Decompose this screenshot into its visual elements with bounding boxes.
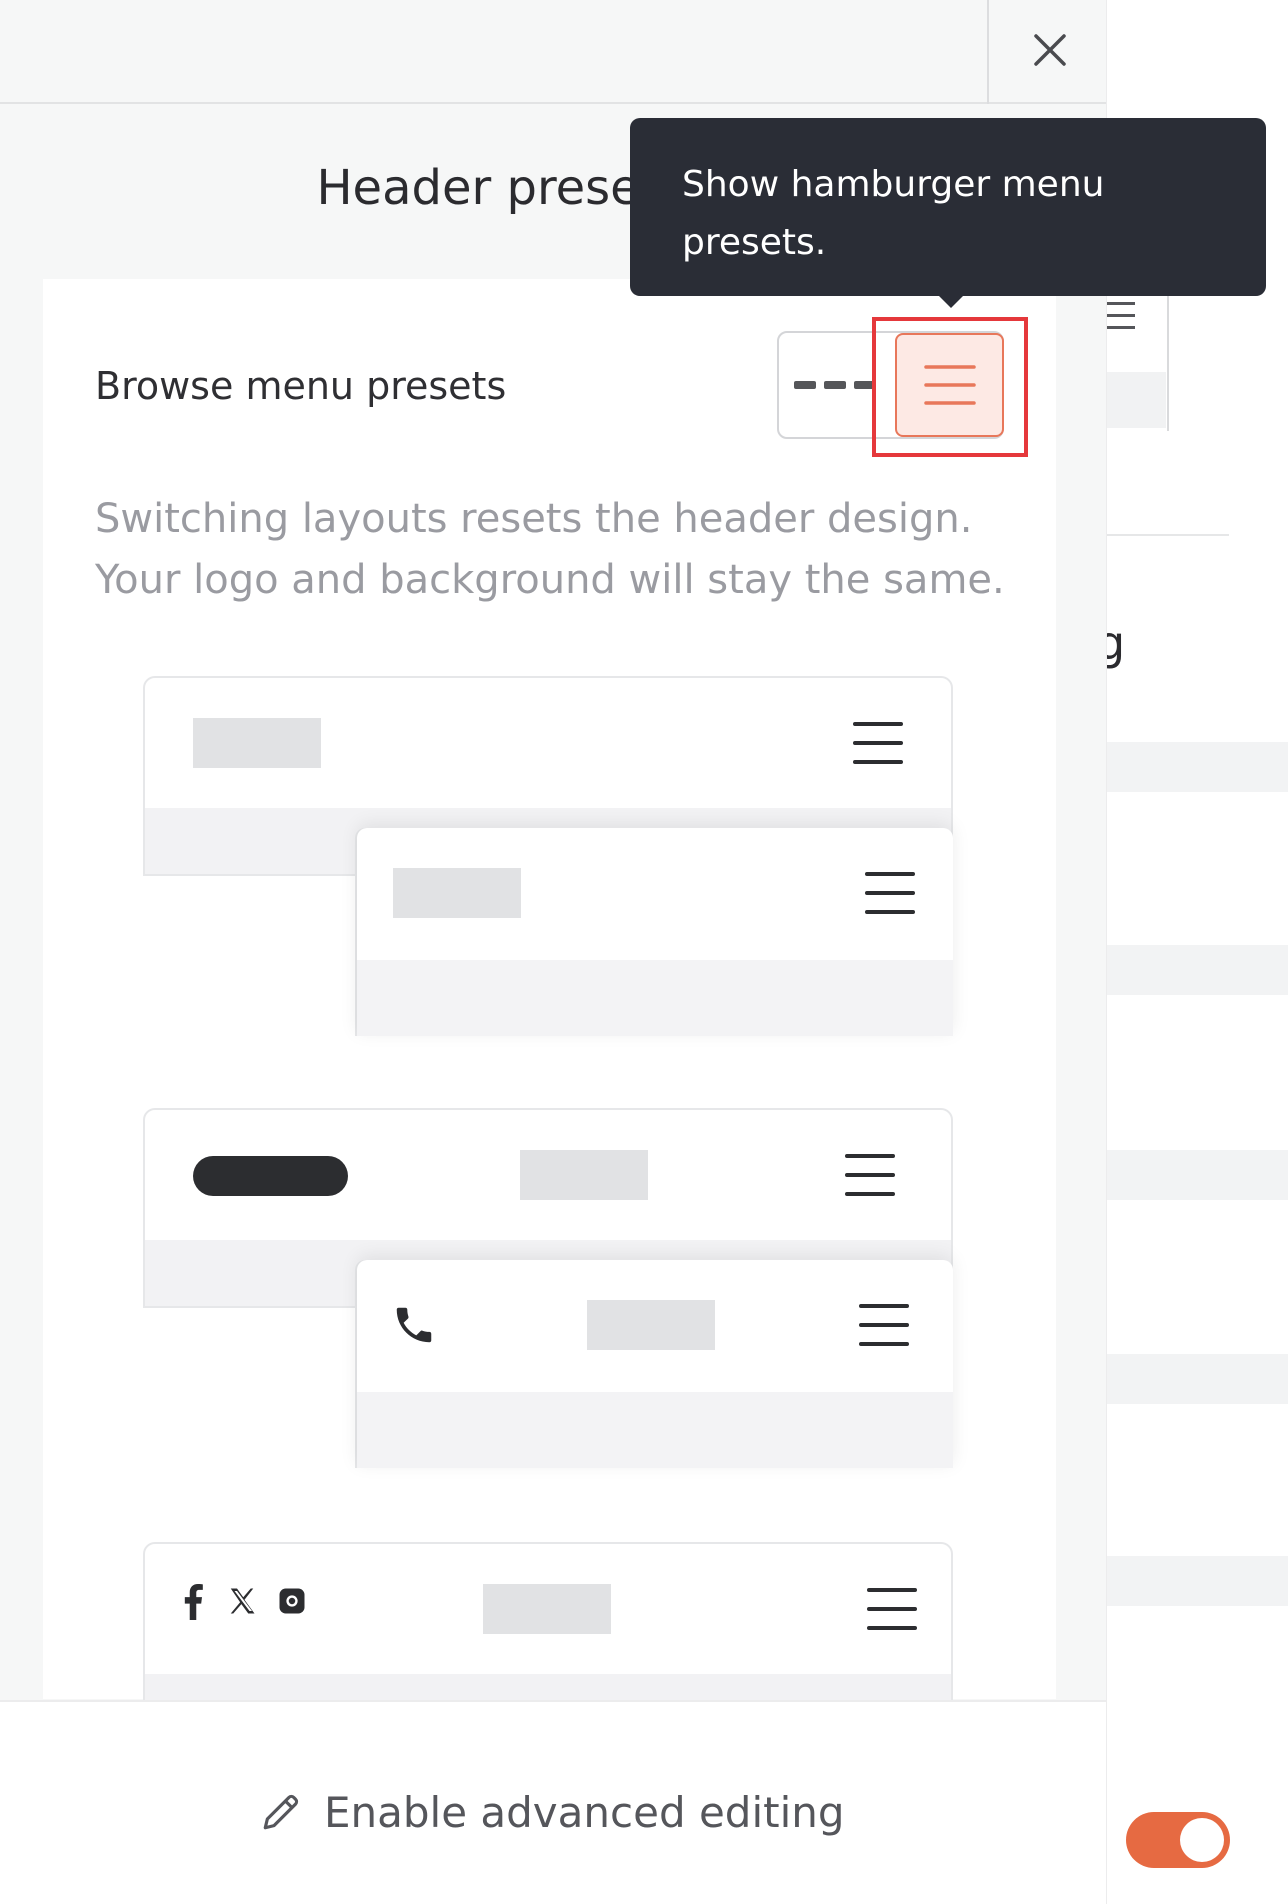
close-icon	[1034, 34, 1066, 66]
phone-icon	[396, 1307, 432, 1343]
dot	[824, 381, 846, 389]
background-strip	[1107, 1354, 1288, 1404]
preset-mobile-header	[357, 828, 953, 1036]
tooltip-text: Show hamburger menu presets.	[682, 164, 1105, 263]
hamburger-menu-option[interactable]	[895, 333, 1004, 437]
logo-pill-placeholder	[193, 1156, 348, 1196]
topbar-divider	[987, 0, 989, 104]
title-placeholder	[520, 1150, 648, 1200]
hamburger-icon	[859, 1304, 909, 1346]
browse-menu-presets-label: Browse menu presets	[95, 364, 507, 408]
toggle-knob	[1180, 1818, 1224, 1862]
drawer-footer: Enable advanced editing	[0, 1700, 1106, 1904]
x-twitter-icon	[230, 1588, 255, 1614]
enable-advanced-editing-button[interactable]: Enable advanced editing	[260, 1782, 845, 1842]
background-hamburger-icon	[1107, 300, 1135, 332]
pencil-icon	[263, 1794, 299, 1830]
hamburger-icon	[845, 1154, 895, 1196]
hamburger-menu-icon	[923, 365, 976, 405]
logo-placeholder	[587, 1300, 715, 1350]
horizontal-menu-icon	[794, 381, 816, 389]
hamburger-icon	[867, 1588, 917, 1630]
preset-shade	[357, 1392, 953, 1468]
preset-card-2[interactable]	[143, 1108, 953, 1468]
presets-content-card: Browse menu presets Switching layouts re…	[43, 279, 1056, 1742]
hamburger-icon	[865, 872, 915, 914]
background-divider	[1107, 534, 1229, 536]
facebook-icon	[184, 1584, 203, 1620]
enable-advanced-editing-label: Enable advanced editing	[324, 1787, 845, 1837]
menu-layout-toggle	[777, 331, 1004, 439]
preset-card-1[interactable]	[143, 676, 953, 1036]
background-strip	[1107, 1556, 1288, 1606]
instagram-icon	[279, 1588, 305, 1614]
background-strip	[1107, 945, 1288, 995]
background-strip	[1107, 1150, 1288, 1200]
background-strip	[1107, 742, 1288, 792]
background-toggle-switch[interactable]	[1126, 1812, 1230, 1868]
logo-placeholder	[483, 1584, 611, 1634]
drawer-topbar	[0, 0, 1106, 104]
dot	[854, 381, 876, 389]
preset-mobile-header	[357, 1260, 953, 1468]
hamburger-icon	[853, 722, 903, 764]
preset-shade	[357, 960, 953, 1036]
tooltip: Show hamburger menu presets.	[630, 118, 1266, 296]
layout-reset-description: Switching layouts resets the header desi…	[95, 496, 1005, 603]
horizontal-menu-option[interactable]	[779, 333, 891, 437]
logo-placeholder	[193, 718, 321, 768]
logo-placeholder	[393, 868, 521, 918]
tooltip-arrow	[937, 294, 965, 308]
close-button[interactable]	[1010, 20, 1090, 80]
